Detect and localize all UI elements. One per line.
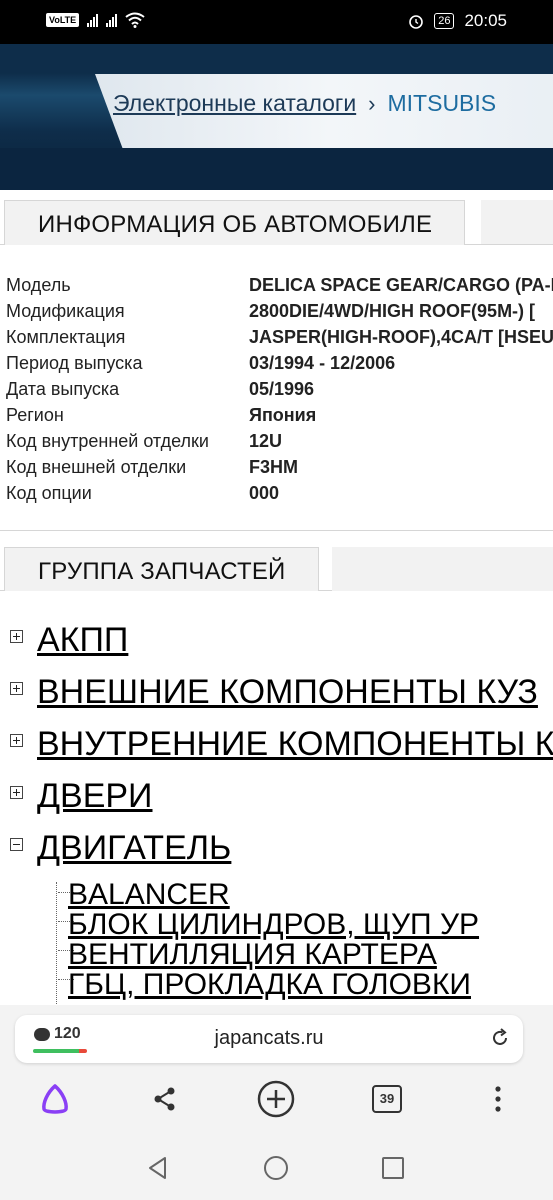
collapse-minus-icon[interactable] <box>10 838 23 851</box>
engine-subitem[interactable]: БЛОК ЦИЛИНДРОВ, ЩУП УР <box>68 910 479 940</box>
back-icon[interactable] <box>145 1155 171 1181</box>
tree-item-interior[interactable]: ВНУТРЕННИЕ КОМПОНЕНТЫ К <box>10 724 553 764</box>
new-tab-button[interactable] <box>254 1077 298 1121</box>
info-value: F3HM <box>249 457 298 477</box>
section-divider <box>0 530 553 531</box>
breadcrumb-current[interactable]: MITSUBIS <box>388 90 497 117</box>
expand-plus-icon[interactable] <box>10 786 23 799</box>
tree-item-akpp[interactable]: АКПП <box>10 620 128 660</box>
tree-link[interactable]: ДВИГАТЕЛЬ <box>37 828 231 868</box>
breadcrumb: Электронные каталоги › MITSUBIS <box>113 90 496 117</box>
tree-link[interactable]: ВНЕШНИЕ КОМПОНЕНТЫ КУЗ <box>37 672 538 712</box>
parts-group-title: ГРУППА ЗАПЧАСТЕЙ <box>4 547 319 591</box>
engine-subitem[interactable]: ГБЦ, ПРОКЛАДКА ГОЛОВКИ <box>68 970 471 1000</box>
browser-nav: 39 <box>0 1077 553 1127</box>
tree-item-engine[interactable]: ДВИГАТЕЛЬ <box>10 828 231 868</box>
info-label: Регион <box>6 405 64 425</box>
info-label: Модификация <box>6 301 125 321</box>
tree-link[interactable]: АКПП <box>37 620 128 660</box>
info-value: 12U <box>249 431 283 451</box>
plus-circle-icon <box>257 1080 295 1118</box>
engine-subitem[interactable]: BALANCER <box>68 880 230 910</box>
breadcrumb-catalogs-link[interactable]: Электронные каталоги <box>113 90 356 117</box>
info-label: Код опции <box>6 483 92 503</box>
vehicle-info-title: ИНФОРМАЦИЯ ОБ АВТОМОБИЛЕ <box>4 200 466 245</box>
expand-plus-icon[interactable] <box>10 682 23 695</box>
info-value: 2800DIE/4WD/HIGH ROOF(95M-) [ <box>249 301 536 321</box>
tree-link[interactable]: ВНУТРЕННИЕ КОМПОНЕНТЫ К <box>37 724 553 764</box>
info-value: JASPER(HIGH-ROOF),4CA/T [HSEU <box>249 327 553 347</box>
status-bar: VoLTE 26 20:05 <box>0 0 553 44</box>
section-header-fill <box>481 200 553 244</box>
signal-icon <box>87 13 99 27</box>
engine-subitem[interactable]: ВЕНТИЛЛЯЦИЯ КАРТЕРА <box>68 940 437 970</box>
menu-button[interactable] <box>476 1077 520 1121</box>
info-value: DELICA SPACE GEAR/CARGO (PA-I <box>249 275 553 295</box>
clock: 20:05 <box>464 11 507 30</box>
expand-plus-icon[interactable] <box>10 630 23 643</box>
tree-connector <box>56 882 57 1006</box>
recents-icon[interactable] <box>381 1156 405 1180</box>
address-bar[interactable]: 120 japancats.ru <box>15 1015 523 1063</box>
signal-icon-2 <box>106 13 118 27</box>
system-navigation-bar <box>0 1135 553 1200</box>
info-value: Япония <box>249 405 317 425</box>
tabs-button[interactable]: 39 <box>365 1077 409 1121</box>
info-label: Период выпуска <box>6 353 143 373</box>
share-button[interactable] <box>143 1077 187 1121</box>
tree-link[interactable]: ДВЕРИ <box>37 776 153 816</box>
alice-assistant-button[interactable] <box>33 1077 77 1121</box>
more-vertical-icon <box>495 1086 501 1112</box>
alarm-icon <box>409 15 424 29</box>
browser-toolbar: 120 japancats.ru 39 <box>0 1005 553 1135</box>
info-label: Дата выпуска <box>6 379 120 399</box>
battery-icon: 26 <box>434 13 455 29</box>
site-header-banner: Электронные каталоги › MITSUBIS <box>0 44 553 190</box>
section-header-fill <box>332 547 553 591</box>
alice-icon <box>42 1084 68 1114</box>
tree-item-doors[interactable]: ДВЕРИ <box>10 776 153 816</box>
home-icon[interactable] <box>263 1155 289 1181</box>
header-dark-strip <box>0 148 553 190</box>
reload-icon[interactable] <box>489 1027 511 1049</box>
info-label: Код внутренней отделки <box>6 431 209 451</box>
share-icon <box>154 1087 175 1111</box>
info-label: Модель <box>6 275 71 295</box>
url-text[interactable]: japancats.ru <box>15 1027 523 1050</box>
expand-plus-icon[interactable] <box>10 734 23 747</box>
tabs-count: 39 <box>372 1085 402 1113</box>
wifi-icon <box>125 12 145 28</box>
info-value: 05/1996 <box>249 379 315 399</box>
info-value: 03/1994 - 12/2006 <box>249 353 396 373</box>
breadcrumb-separator: › <box>368 90 376 116</box>
info-value: 000 <box>249 483 280 503</box>
info-label: Комплектация <box>6 327 126 347</box>
tree-item-exterior[interactable]: ВНЕШНИЕ КОМПОНЕНТЫ КУЗ <box>10 672 538 712</box>
volte-icon: VoLTE <box>46 13 80 27</box>
info-label: Код внешней отделки <box>6 457 187 477</box>
